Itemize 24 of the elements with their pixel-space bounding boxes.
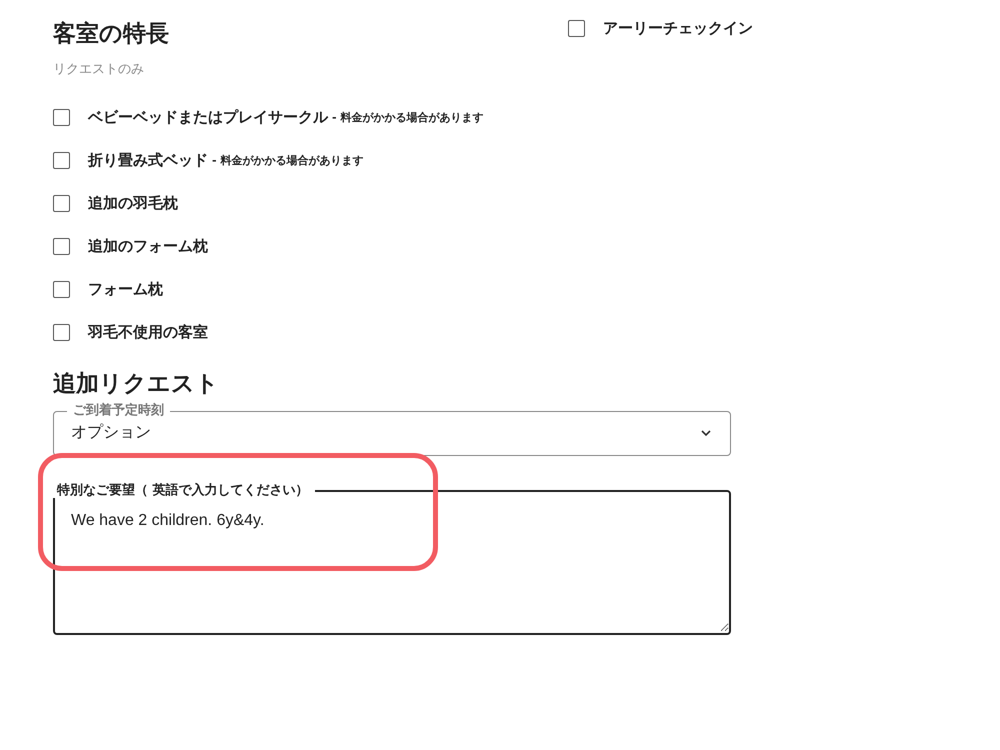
textarea-field[interactable]: 特別なご要望（ 英語で入力してください） We have 2 children. 6y&4y. (53, 484, 731, 635)
checkbox-note: - 料金がかかる場合があります (212, 153, 364, 168)
chevron-down-icon (700, 428, 712, 436)
checkbox-label[interactable]: 追加のフォーム枕 (88, 237, 208, 256)
select-field[interactable]: ご到着予定時刻 オプション (53, 404, 731, 456)
checkbox[interactable] (53, 152, 70, 169)
checkbox-label[interactable]: アーリーチェックイン (603, 18, 753, 38)
field-label: ご到着予定時刻 (72, 404, 165, 418)
checkbox-label[interactable]: ベビーベッドまたはプレイサークル (88, 108, 328, 127)
checkbox[interactable] (53, 238, 70, 255)
checkbox[interactable] (568, 20, 585, 36)
checkbox-label[interactable]: 折り畳み式ベッド (88, 151, 208, 170)
checkbox-label[interactable]: フォーム枕 (88, 280, 163, 299)
checkbox[interactable] (53, 324, 70, 341)
checkbox-label[interactable]: 追加の羽毛枕 (88, 194, 178, 213)
section-title: 追加リクエスト (53, 370, 220, 399)
checkbox[interactable] (53, 109, 70, 126)
field-label: 特別なご要望（ 英語で入力してください） (56, 484, 310, 498)
section-title: 客室の特長 (53, 20, 170, 49)
checkbox-label[interactable]: 羽毛不使用の客室 (88, 323, 208, 342)
checkbox-note: - 料金がかかる場合があります (332, 110, 484, 125)
checkbox[interactable] (53, 281, 70, 298)
section-subtitle: リクエストのみ (53, 61, 145, 78)
checkbox[interactable] (53, 195, 70, 212)
